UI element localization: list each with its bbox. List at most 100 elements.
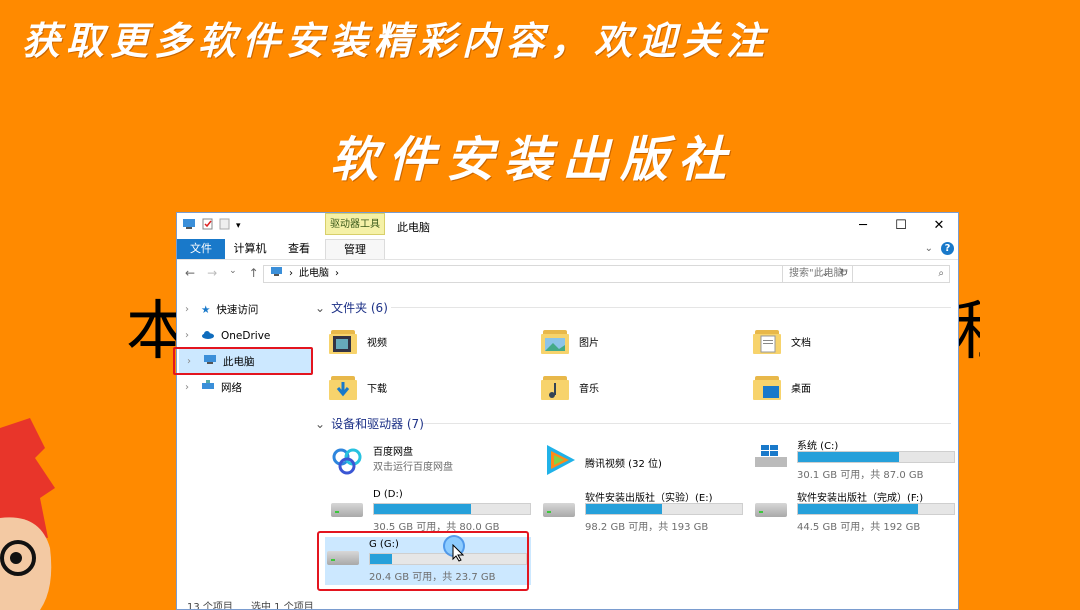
address-bar[interactable]: › 此电脑 › ⌄ ↻ [263,265,853,283]
drive-usage-bar [373,503,531,515]
group-header-devices[interactable]: ⌄ 设备和驱动器 (7) [315,415,951,432]
search-input[interactable]: 搜索"此电脑" ⌕ [782,265,950,283]
app-name: 腾讯视频 (32 位) [585,459,662,470]
breadcrumb-separator-icon: › [335,268,339,279]
folder-label: 桌面 [791,383,811,395]
computer-icon [270,266,283,283]
window-title: 此电脑 [397,221,430,234]
star-icon: ★ [201,304,211,316]
explorer-window: ▾ 驱动器工具 此电脑 ─ ☐ ✕ 文件 计算机 查看 管理 ⌄ ? ← → ⌄… [176,212,959,610]
drive-usage-bar [585,503,743,515]
chevron-down-icon[interactable]: ⌄ [925,243,933,254]
sidebar-item-label: 快速访问 [216,304,259,316]
folder-music[interactable]: 音乐 [541,367,721,407]
drive-name: 软件安装出版社（完成）(F:) [797,493,924,504]
app-name: 百度网盘 [373,447,413,458]
computer-icon[interactable] [182,218,196,233]
app-tencent-video[interactable]: 腾讯视频 (32 位) [541,443,741,483]
drive-usage-fill [374,504,471,514]
folder-downloads-icon [329,372,359,402]
folder-label: 下载 [367,383,387,395]
drive-c[interactable]: 系统 (C:) 30.1 GB 可用，共 87.0 GB [753,437,958,481]
recent-locations-icon[interactable]: ⌄ [229,266,237,280]
sidebar-item-onedrive[interactable]: › OneDrive [177,323,317,349]
group-title: 文件夹 (6) [331,301,388,315]
highlight-box-this-pc [173,347,313,375]
folder-desktop-icon [753,372,783,402]
drive-usage-bar [797,451,955,463]
window-controls: ─ ☐ ✕ [844,213,958,239]
help-icon[interactable]: ? [941,242,954,255]
tab-view[interactable]: 查看 [277,239,321,259]
tab-manage[interactable]: 管理 [325,239,385,259]
chevron-right-icon[interactable]: › [185,297,195,323]
sidebar-item-network[interactable]: › 网络 [177,375,317,401]
tab-file[interactable]: 文件 [177,239,225,259]
group-title: 设备和驱动器 (7) [331,417,424,431]
windows-drive-icon [755,445,787,467]
drive-size: 98.2 GB 可用，共 193 GB [585,522,709,533]
close-button[interactable]: ✕ [920,213,958,239]
folder-label: 音乐 [579,383,599,395]
highlight-box-drive-g [317,531,529,591]
hard-drive-icon [755,503,787,517]
chevron-right-icon[interactable]: › [185,375,195,401]
folder-pictures-icon [541,326,571,356]
new-folder-icon[interactable] [219,218,230,233]
folder-pictures[interactable]: 图片 [541,321,721,361]
folder-downloads[interactable]: 下载 [329,367,509,407]
tab-computer[interactable]: 计算机 [225,239,275,259]
forward-arrow-icon[interactable]: → [207,266,217,280]
drive-usage-fill [798,452,900,462]
hard-drive-icon [331,503,363,517]
drive-name: 系统 (C:) [797,441,839,452]
customize-toolbar-icon[interactable]: ▾ [236,221,241,231]
folder-videos-icon [329,326,359,356]
drive-usage-fill [586,504,663,514]
status-bar: 13 个项目 选中 1 个项目 [177,597,958,610]
quick-access-toolbar: ▾ [182,218,241,233]
maximize-button[interactable]: ☐ [882,213,920,239]
title-bar: ▾ 驱动器工具 此电脑 ─ ☐ ✕ [177,213,958,239]
mascot-illustration [0,418,62,610]
folder-label: 文档 [791,337,811,349]
mouse-pointer-icon [452,544,464,562]
sidebar-item-label: 网络 [221,382,242,394]
folder-label: 图片 [579,337,599,349]
back-arrow-icon[interactable]: ← [185,266,195,280]
navigation-bar: ← → ⌄ ↑ › 此电脑 › ⌄ ↻ 搜索"此电脑" ⌕ [177,260,958,288]
up-arrow-icon[interactable]: ↑ [249,266,259,280]
properties-icon[interactable] [202,218,213,233]
cloud-icon [201,323,215,349]
chevron-down-icon: ⌄ [315,416,326,431]
breadcrumb[interactable]: 此电脑 [299,266,329,282]
folder-music-icon [541,372,571,402]
search-icon[interactable]: ⌕ [938,266,944,282]
item-count: 13 个项目 [187,602,233,610]
minimize-button[interactable]: ─ [844,213,882,239]
folder-documents[interactable]: 文档 [753,321,933,361]
folder-label: 视频 [367,337,387,349]
app-baidu-netdisk[interactable]: 百度网盘 双击运行百度网盘 [329,443,529,483]
group-divider [423,423,951,424]
folder-videos[interactable]: 视频 [329,321,509,361]
drive-d[interactable]: D (D:) 30.5 GB 可用，共 80.0 GB [329,489,539,533]
ribbon-tabs: 文件 计算机 查看 管理 ⌄ ? [177,239,958,260]
folder-desktop[interactable]: 桌面 [753,367,933,407]
app-subtitle: 双击运行百度网盘 [373,462,453,473]
chevron-right-icon[interactable]: › [185,323,195,349]
group-divider [391,307,951,308]
promo-banner-top: 获取更多软件安装精彩内容，欢迎关注 [22,18,771,63]
sidebar-item-quick-access[interactable]: › ★ 快速访问 [177,297,317,323]
drive-f[interactable]: 软件安装出版社（完成）(F:) 44.5 GB 可用，共 192 GB [753,489,958,533]
drive-e[interactable]: 软件安装出版社（实验）(E:) 98.2 GB 可用，共 193 GB [541,489,751,533]
hard-drive-icon [543,503,575,517]
baidu-netdisk-icon [332,448,362,475]
drive-name: 软件安装出版社（实验）(E:) [585,493,713,504]
breadcrumb-separator-icon: › [289,268,293,279]
promo-banner-title: 软件安装出版社 [330,132,737,188]
group-header-folders[interactable]: ⌄ 文件夹 (6) [315,299,951,316]
drive-usage-bar [797,503,955,515]
drive-name: D (D:) [373,489,403,500]
drive-usage-fill [798,504,919,514]
